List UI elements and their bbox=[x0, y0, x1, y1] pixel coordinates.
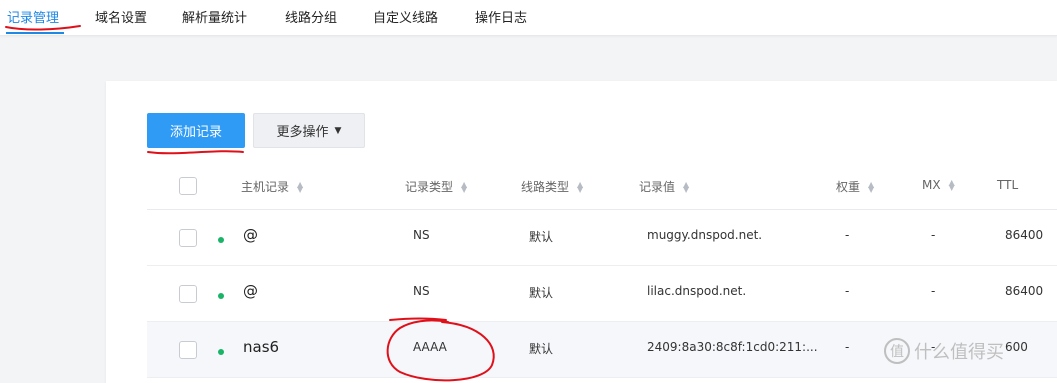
row-checkbox[interactable] bbox=[179, 341, 197, 359]
column-label: TTL bbox=[997, 178, 1019, 192]
weight-cell: - bbox=[845, 228, 850, 242]
column-header-mx[interactable]: MX ▲ ▼ bbox=[922, 178, 955, 192]
ttl-cell: 86400 bbox=[1005, 284, 1044, 298]
column-label: 线路类型 bbox=[521, 180, 570, 194]
sort-icon[interactable]: ▲ ▼ bbox=[577, 180, 583, 193]
more-actions-label: 更多操作 bbox=[276, 125, 329, 140]
table-row[interactable]: @ NS 默认 lilac.dnspod.net. - - 86400 bbox=[147, 266, 1057, 322]
column-header-host[interactable]: 主机记录 ▲ ▼ bbox=[241, 178, 303, 195]
sort-icon[interactable]: ▲ ▼ bbox=[868, 180, 874, 193]
type-cell: AAAA bbox=[413, 340, 447, 354]
mx-cell: - bbox=[931, 284, 936, 298]
table-row[interactable]: @ NS 默认 muggy.dnspod.net. - - 86400 bbox=[147, 210, 1057, 266]
line-cell: 默认 bbox=[529, 286, 554, 300]
type-cell: NS bbox=[413, 284, 430, 298]
status-enabled-dot bbox=[218, 237, 224, 243]
column-label: MX bbox=[922, 178, 941, 192]
sort-icon[interactable]: ▲ ▼ bbox=[297, 180, 303, 193]
status-enabled-dot bbox=[218, 293, 224, 299]
caret-down-icon: ▼ bbox=[334, 125, 342, 136]
column-label: 权重 bbox=[836, 180, 861, 194]
column-label: 主机记录 bbox=[241, 180, 290, 194]
ttl-cell: 86400 bbox=[1005, 228, 1044, 242]
row-checkbox[interactable] bbox=[179, 229, 197, 247]
status-enabled-dot bbox=[218, 349, 224, 355]
add-record-button[interactable]: 添加记录 bbox=[147, 113, 245, 148]
weight-cell: - bbox=[845, 340, 850, 354]
column-header-type[interactable]: 记录类型 ▲ ▼ bbox=[405, 178, 467, 195]
host-cell: @ bbox=[243, 282, 258, 300]
column-header-ttl[interactable]: TTL bbox=[997, 178, 1018, 192]
more-actions-dropdown[interactable]: 更多操作 ▼ bbox=[253, 113, 365, 148]
line-cell: 默认 bbox=[529, 342, 554, 356]
select-all-checkbox[interactable] bbox=[179, 177, 197, 195]
tab-custom-lines[interactable]: 自定义线路 bbox=[373, 7, 438, 26]
tab-domain-settings[interactable]: 域名设置 bbox=[95, 7, 147, 26]
column-label: 记录类型 bbox=[405, 180, 454, 194]
row-checkbox[interactable] bbox=[179, 285, 197, 303]
line-cell: 默认 bbox=[529, 230, 554, 244]
column-label: 记录值 bbox=[639, 180, 676, 194]
top-nav: 记录管理 域名设置 解析量统计 线路分组 自定义线路 操作日志 bbox=[0, 0, 1057, 36]
sort-icon[interactable]: ▲ ▼ bbox=[949, 179, 955, 192]
tab-operation-log[interactable]: 操作日志 bbox=[475, 7, 527, 26]
value-cell: 2409:8a30:8c8f:1cd0:211:... bbox=[647, 340, 818, 354]
zhi-watermark-icon: 值 bbox=[884, 338, 910, 364]
value-cell: lilac.dnspod.net. bbox=[647, 284, 747, 298]
table-header: 主机记录 ▲ ▼ 记录类型 ▲ ▼ 线路类型 ▲ ▼ 记录值 ▲ ▼ 权重 ▲ ▼ MX ▲ ▼ TTL bbox=[147, 166, 1057, 210]
mx-cell: - bbox=[931, 228, 936, 242]
tab-line-groups[interactable]: 线路分组 bbox=[285, 7, 337, 26]
host-cell: nas6 bbox=[243, 338, 280, 356]
watermark-text: 什么值得买 bbox=[914, 342, 1004, 363]
tab-resolution-stats[interactable]: 解析量统计 bbox=[182, 7, 247, 26]
column-header-line[interactable]: 线路类型 ▲ ▼ bbox=[521, 178, 583, 195]
sort-icon[interactable]: ▲ ▼ bbox=[683, 180, 689, 193]
value-cell: muggy.dnspod.net. bbox=[647, 228, 763, 242]
host-cell: @ bbox=[243, 226, 258, 244]
tab-record-management[interactable]: 记录管理 bbox=[7, 7, 59, 26]
type-cell: NS bbox=[413, 228, 430, 242]
sort-icon[interactable]: ▲ ▼ bbox=[461, 180, 467, 193]
column-header-weight[interactable]: 权重 ▲ ▼ bbox=[836, 178, 874, 195]
column-header-value[interactable]: 记录值 ▲ ▼ bbox=[639, 178, 689, 195]
weight-cell: - bbox=[845, 284, 850, 298]
watermark: 值 什么值得买 bbox=[884, 338, 1004, 364]
ttl-cell: 600 bbox=[1005, 340, 1028, 354]
active-tab-indicator bbox=[6, 32, 64, 34]
